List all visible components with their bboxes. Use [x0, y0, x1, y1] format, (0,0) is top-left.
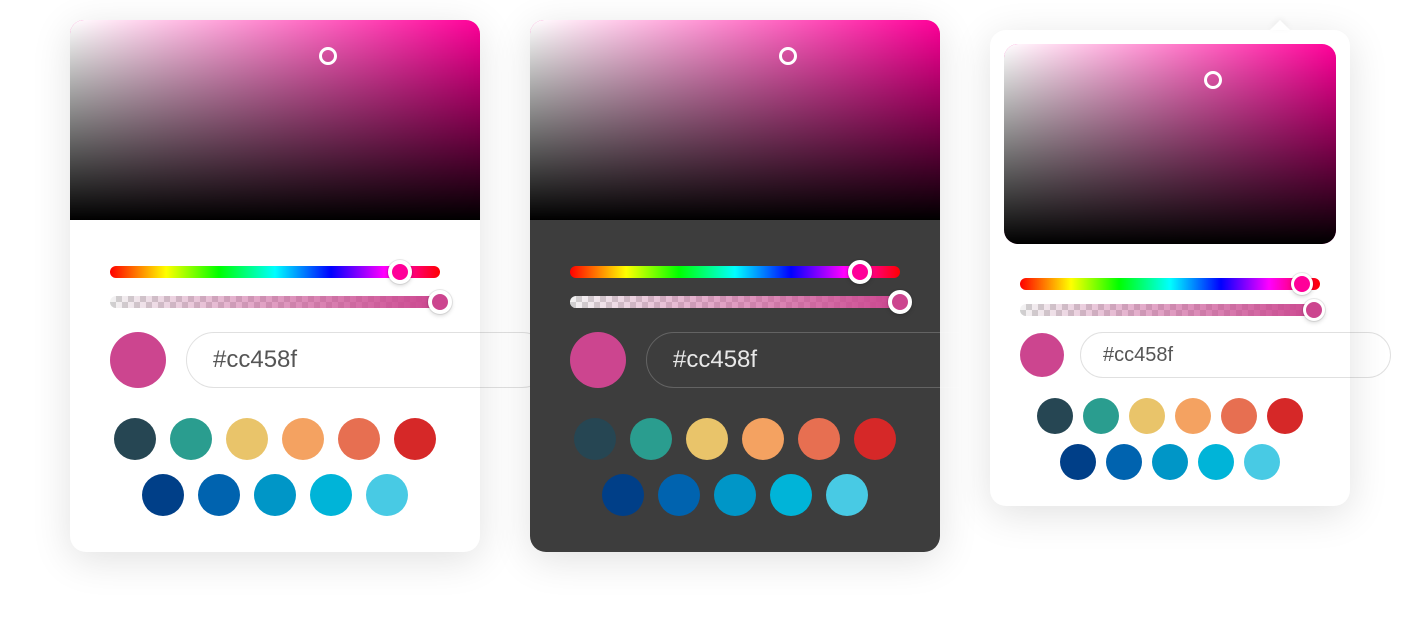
- sv-black-layer: [530, 20, 940, 220]
- alpha-thumb[interactable]: [1303, 299, 1325, 321]
- saturation-value-area[interactable]: [70, 20, 480, 220]
- palette-swatch-0[interactable]: [1037, 398, 1073, 434]
- hex-input[interactable]: [1080, 332, 1391, 378]
- palette-swatch-8[interactable]: [1152, 444, 1188, 480]
- palette-swatch-2[interactable]: [1129, 398, 1165, 434]
- palette-swatch-4[interactable]: [1221, 398, 1257, 434]
- preset-palette: [110, 418, 440, 516]
- hue-thumb[interactable]: [388, 260, 412, 284]
- color-picker-light: [70, 20, 480, 552]
- palette-swatch-9[interactable]: [770, 474, 812, 516]
- value-row: [570, 332, 900, 388]
- palette-swatch-1[interactable]: [170, 418, 212, 460]
- palette-swatch-1[interactable]: [630, 418, 672, 460]
- palette-swatch-6[interactable]: [142, 474, 184, 516]
- palette-swatch-2[interactable]: [686, 418, 728, 460]
- palette-swatch-3[interactable]: [282, 418, 324, 460]
- alpha-track: [110, 296, 440, 308]
- preset-palette: [570, 418, 900, 516]
- color-picker-popover: [990, 30, 1350, 506]
- hue-slider[interactable]: [570, 266, 900, 278]
- hue-slider[interactable]: [110, 266, 440, 278]
- palette-swatch-7[interactable]: [658, 474, 700, 516]
- hue-thumb[interactable]: [1291, 273, 1313, 295]
- alpha-slider[interactable]: [110, 296, 440, 308]
- saturation-value-area[interactable]: [530, 20, 940, 220]
- palette-swatch-1[interactable]: [1083, 398, 1119, 434]
- picker-body: [70, 220, 480, 552]
- hue-track: [1020, 278, 1320, 290]
- alpha-thumb[interactable]: [888, 290, 912, 314]
- palette-swatch-4[interactable]: [338, 418, 380, 460]
- hex-input[interactable]: [646, 332, 1010, 388]
- saturation-value-area[interactable]: [1004, 44, 1336, 244]
- hex-input[interactable]: [186, 332, 550, 388]
- value-row: [1020, 332, 1320, 378]
- alpha-slider[interactable]: [570, 296, 900, 308]
- palette-swatch-2[interactable]: [226, 418, 268, 460]
- picker-body: [530, 220, 940, 552]
- palette-swatch-6[interactable]: [1060, 444, 1096, 480]
- hue-thumb[interactable]: [848, 260, 872, 284]
- current-color-swatch: [570, 332, 626, 388]
- hue-slider[interactable]: [1020, 278, 1320, 290]
- alpha-fill: [570, 296, 900, 308]
- alpha-fill: [110, 296, 440, 308]
- palette-swatch-3[interactable]: [1175, 398, 1211, 434]
- palette-swatch-7[interactable]: [198, 474, 240, 516]
- sv-cursor[interactable]: [319, 47, 337, 65]
- palette-swatch-0[interactable]: [114, 418, 156, 460]
- sv-black-layer: [1004, 44, 1336, 244]
- alpha-thumb[interactable]: [428, 290, 452, 314]
- palette-swatch-3[interactable]: [742, 418, 784, 460]
- palette-swatch-6[interactable]: [602, 474, 644, 516]
- alpha-track: [570, 296, 900, 308]
- sv-cursor[interactable]: [779, 47, 797, 65]
- palette-swatch-5[interactable]: [394, 418, 436, 460]
- palette-swatch-7[interactable]: [1106, 444, 1142, 480]
- palette-swatch-8[interactable]: [714, 474, 756, 516]
- palette-swatch-5[interactable]: [854, 418, 896, 460]
- palette-swatch-0[interactable]: [574, 418, 616, 460]
- current-color-swatch: [110, 332, 166, 388]
- palette-swatch-10[interactable]: [366, 474, 408, 516]
- value-row: [110, 332, 440, 388]
- palette-swatch-8[interactable]: [254, 474, 296, 516]
- alpha-slider[interactable]: [1020, 304, 1320, 316]
- alpha-track: [1020, 304, 1320, 316]
- palette-swatch-4[interactable]: [798, 418, 840, 460]
- alpha-fill: [1020, 304, 1320, 316]
- palette-swatch-9[interactable]: [310, 474, 352, 516]
- sv-black-layer: [70, 20, 480, 220]
- palette-swatch-9[interactable]: [1198, 444, 1234, 480]
- palette-swatch-10[interactable]: [1244, 444, 1280, 480]
- palette-swatch-10[interactable]: [826, 474, 868, 516]
- preset-palette: [1020, 398, 1320, 480]
- palette-swatch-5[interactable]: [1267, 398, 1303, 434]
- picker-body: [990, 258, 1350, 506]
- color-picker-dark: [530, 20, 940, 552]
- sv-cursor[interactable]: [1204, 71, 1222, 89]
- current-color-swatch: [1020, 333, 1064, 377]
